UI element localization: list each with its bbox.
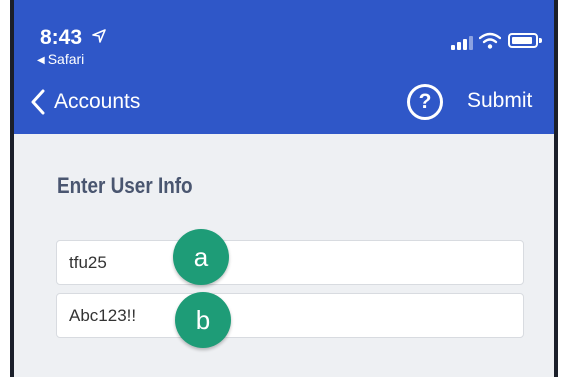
cellular-signal-icon xyxy=(451,36,473,50)
chevron-left-icon xyxy=(31,89,45,115)
status-time: 8:43 xyxy=(40,26,106,50)
location-arrow-icon xyxy=(92,29,106,43)
callout-badge-b: b xyxy=(175,292,231,348)
phone-screen: 8:43 ◀ Safari Accounts ? Submit Enter Us… xyxy=(14,0,554,377)
password-value: Abc123!! xyxy=(69,306,137,325)
help-button[interactable]: ? xyxy=(407,84,443,120)
password-field[interactable]: Abc123!! xyxy=(56,293,524,338)
battery-icon xyxy=(508,33,542,48)
back-button-accounts[interactable]: Accounts xyxy=(30,86,140,118)
page-title: Enter User Info xyxy=(57,173,193,198)
username-value: tfu25 xyxy=(69,253,107,272)
back-to-app-label: Safari xyxy=(47,51,85,67)
back-button-label: Accounts xyxy=(54,90,141,113)
device-bezel-right xyxy=(554,0,558,377)
wifi-icon xyxy=(479,32,501,49)
username-field[interactable]: tfu25 xyxy=(56,240,524,285)
status-time-text: 8:43 xyxy=(40,26,83,49)
callout-badge-a: a xyxy=(173,229,229,285)
help-icon: ? xyxy=(418,90,432,113)
back-to-app-link[interactable]: ◀ Safari xyxy=(37,51,84,67)
submit-button[interactable]: Submit xyxy=(467,89,532,113)
back-triangle-icon: ◀ xyxy=(37,55,45,66)
navigation-header: 8:43 ◀ Safari Accounts ? Submit xyxy=(14,0,554,134)
